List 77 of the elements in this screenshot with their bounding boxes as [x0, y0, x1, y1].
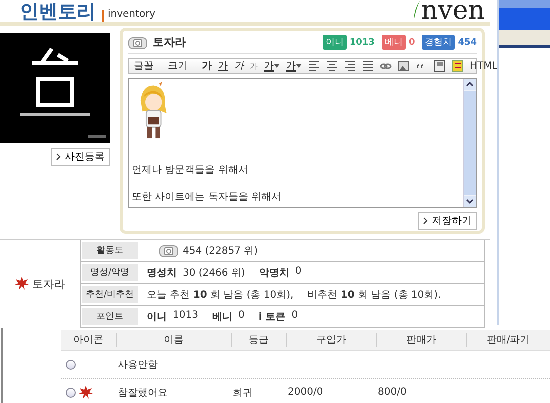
row-label: 추천/비추천 [82, 286, 138, 303]
html-button[interactable]: HTML [469, 60, 499, 72]
format-button[interactable]: 가 [263, 59, 281, 73]
caret-icon [296, 64, 302, 68]
point-badge: 경험치 [422, 35, 456, 50]
stat-label: i 토큰 [258, 310, 286, 324]
save-button[interactable] [433, 60, 447, 72]
align-center-button[interactable] [325, 60, 339, 72]
site-logo: 인벤토리 [20, 2, 96, 22]
item-name: 사용안함 [117, 358, 159, 372]
point-badge: 베니 [382, 35, 406, 50]
align-justify-icon [362, 60, 374, 72]
leaf-icon [413, 0, 422, 22]
align-left-icon [308, 60, 320, 72]
table-cell-text: 800/0 [377, 387, 408, 398]
stat-label: 악명치 [259, 266, 290, 280]
stat-value: 0 [295, 266, 302, 278]
scroll-up-icon [464, 79, 476, 90]
format-button[interactable]: 가 [233, 59, 245, 73]
stat-value: 0 [292, 310, 298, 322]
format-button[interactable]: 가 [285, 59, 303, 73]
point-badge: 이니 [322, 35, 347, 50]
row-label: 포인트 [82, 308, 138, 325]
scroll-down-icon [464, 196, 476, 207]
stat-label: 베니 [212, 310, 232, 324]
point-value: 1013 [350, 38, 375, 48]
stat-value: 0 [238, 310, 245, 322]
column-header: 등급 [231, 333, 286, 347]
photo-upload-button[interactable]: 사진등록 [51, 148, 110, 166]
stat-value: 1013 [173, 310, 198, 322]
activity-value: 454 (22857 위) [183, 244, 258, 258]
special-char-icon [452, 60, 464, 72]
image-icon [398, 60, 410, 72]
stat-label: 명성치 [147, 266, 177, 280]
column-header: 판매가 [376, 333, 466, 347]
align-right-button[interactable] [343, 60, 357, 72]
save-icon [434, 60, 446, 72]
format-button[interactable]: 가 [217, 59, 229, 73]
column-header: 이름 [116, 333, 231, 347]
column-header: 구입가 [286, 333, 376, 347]
point-value: 454 [458, 38, 477, 48]
format-button[interactable]: 글꼴 [133, 59, 155, 73]
align-center-icon [326, 60, 338, 72]
table-cell-text: 희귀 [232, 386, 254, 400]
phone-icon [128, 36, 148, 50]
item-name: 참잘했어요 [117, 386, 169, 400]
format-button[interactable]: 가 [201, 59, 213, 73]
special-char-button[interactable] [451, 60, 465, 72]
site-subtitle: inventory [102, 10, 156, 22]
format-button[interactable]: 가 [249, 60, 259, 72]
point-value: 0 [408, 38, 416, 48]
message-line: 또한 사이트에는 독자들을 위해서 [132, 192, 283, 204]
brand-logo: nven [421, 0, 485, 22]
stat-value: 30 (2466 위) [183, 266, 246, 280]
message-field[interactable]: 언제나 방문객들을 위해서 또한 사이트에는 독자들을 위해서 [128, 78, 477, 208]
message-line: 언제나 방문객들을 위해서 [132, 165, 250, 177]
column-header: 아이콘 [72, 334, 104, 347]
column-header: 판매/파기 [466, 333, 550, 347]
radio-button[interactable] [66, 360, 76, 370]
align-justify-button[interactable] [361, 60, 375, 72]
scrollbar[interactable] [463, 79, 476, 207]
format-button[interactable]: 크기 [167, 59, 189, 73]
phone-icon [159, 244, 179, 258]
stat-label: 이니 [147, 310, 167, 324]
table-cell-text: 2000/0 [287, 387, 324, 398]
chevron-icon [423, 217, 429, 225]
image-button[interactable] [397, 60, 411, 72]
align-left-button[interactable] [307, 60, 321, 72]
chevron-icon [56, 153, 62, 161]
row-label: 명성/악명 [82, 264, 138, 281]
radio-button[interactable] [66, 388, 76, 398]
user-name: 토자라 [32, 276, 66, 292]
row-label: 활동도 [82, 242, 138, 259]
caret-icon [274, 64, 280, 68]
user-name: 토자라 [153, 35, 186, 50]
align-right-icon [344, 60, 356, 72]
save-button[interactable]: 저장하기 [418, 212, 477, 230]
